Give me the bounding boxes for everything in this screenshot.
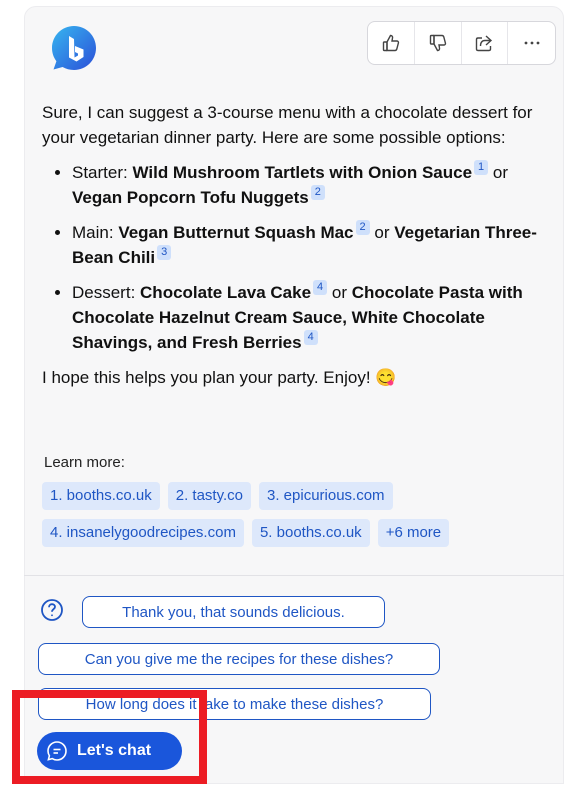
question-icon [41, 599, 63, 621]
source-link[interactable]: 1. booths.co.uk [42, 482, 160, 510]
citation-badge[interactable]: 2 [355, 220, 370, 235]
more-sources-link[interactable]: +6 more [377, 519, 450, 547]
suggestion-chip[interactable]: Can you give me the recipes for these di… [38, 643, 440, 675]
learn-more-sources: 1. booths.co.uk 2. tasty.co 3. epicuriou… [42, 482, 552, 556]
lets-chat-label: Let's chat [77, 742, 152, 759]
suggestion-chip[interactable]: Thank you, that sounds delicious. [82, 596, 385, 628]
source-link[interactable]: 3. epicurious.com [259, 482, 393, 510]
dish-link[interactable]: Vegan Butternut Squash Mac [118, 223, 353, 242]
dish-link[interactable]: Wild Mushroom Tartlets with Onion Sauce [132, 163, 472, 182]
assistant-message: Sure, I can suggest a 3-course menu with… [42, 100, 542, 390]
thumbs-down-icon [429, 34, 446, 52]
message-intro: Sure, I can suggest a 3-course menu with… [42, 103, 533, 147]
citation-badge[interactable]: 1 [474, 160, 489, 175]
learn-more-label: Learn more: [44, 454, 125, 471]
divider [24, 575, 564, 576]
more-options-button[interactable] [508, 22, 555, 64]
source-link[interactable]: 2. tasty.co [167, 482, 251, 510]
lets-chat-button[interactable]: Let's chat [37, 732, 182, 770]
feedback-action-bar [367, 21, 556, 65]
citation-badge[interactable]: 3 [157, 245, 172, 260]
list-item-dessert: Dessert: Chocolate Lava Cake4 or Chocola… [72, 280, 542, 355]
thumbs-up-button[interactable] [368, 22, 415, 64]
bing-chat-logo [52, 26, 96, 70]
dish-link[interactable]: Chocolate Lava Cake [140, 283, 311, 302]
citation-badge[interactable]: 4 [303, 330, 318, 345]
list-item-main: Main: Vegan Butternut Squash Mac2 or Veg… [72, 220, 542, 270]
dish-link[interactable]: Vegan Popcorn Tofu Nuggets [72, 188, 309, 207]
thumbs-up-icon [382, 34, 400, 52]
message-closing: I hope this helps you plan your party. E… [42, 368, 397, 387]
source-link[interactable]: 4. insanelygoodrecipes.com [42, 519, 244, 547]
chat-bubble-icon [47, 741, 67, 761]
share-button[interactable] [462, 22, 509, 64]
list-item-starter: Starter: Wild Mushroom Tartlets with Oni… [72, 160, 542, 210]
source-link[interactable]: 5. booths.co.uk [251, 519, 370, 547]
more-icon [524, 41, 540, 45]
suggestion-chip[interactable]: How long does it take to make these dish… [38, 688, 431, 720]
menu-list: Starter: Wild Mushroom Tartlets with Oni… [42, 160, 542, 355]
citation-badge[interactable]: 4 [313, 280, 328, 295]
thumbs-down-button[interactable] [415, 22, 462, 64]
share-icon [476, 35, 493, 52]
citation-badge[interactable]: 2 [310, 185, 325, 200]
